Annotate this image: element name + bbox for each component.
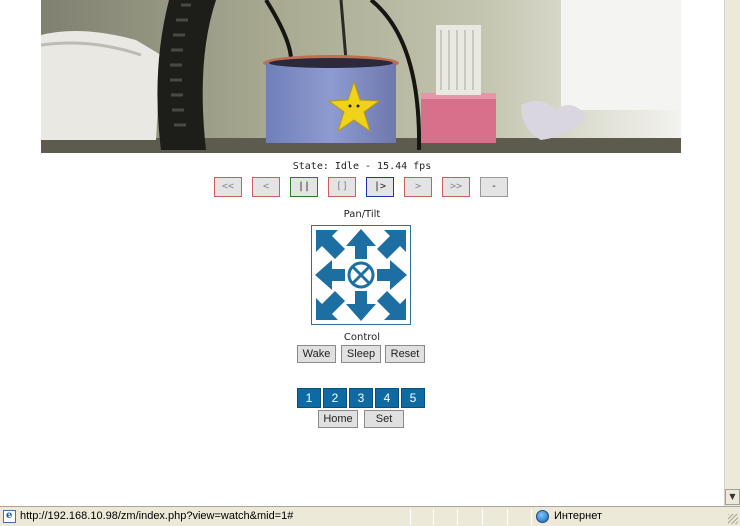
preset-2-button[interactable]: 2 (323, 388, 347, 408)
page-icon: e (3, 510, 16, 523)
wake-button[interactable]: Wake (297, 345, 336, 363)
pantilt-title: Pan/Tilt (343, 209, 381, 220)
set-button[interactable]: Set (364, 410, 404, 428)
home-button[interactable]: Home (318, 410, 358, 428)
scroll-down-icon[interactable]: ▼ (725, 489, 740, 505)
resize-grip-icon (728, 514, 738, 524)
fast-forward-button[interactable]: >> (442, 177, 470, 197)
reset-button[interactable]: Reset (385, 345, 425, 363)
status-divider (482, 509, 483, 525)
stop-button[interactable]: [] (328, 177, 356, 197)
status-divider (433, 509, 434, 525)
status-divider (507, 509, 508, 525)
right-arrow-icon[interactable] (377, 260, 407, 290)
pantilt-pad (311, 225, 411, 325)
stream-state-text: State: Idle - 15.44 fps (292, 161, 432, 172)
step-back-button[interactable]: < (252, 177, 280, 197)
fast-rewind-button[interactable]: << (214, 177, 242, 197)
up-right-arrow-icon[interactable] (377, 230, 406, 259)
status-url-text: http://192.168.10.98/zm/index.php?view=w… (20, 510, 294, 522)
play-button[interactable]: |> (366, 177, 394, 197)
control-title: Control (343, 332, 381, 343)
left-arrow-icon[interactable] (315, 260, 345, 290)
camera-feed-image (41, 0, 681, 153)
status-bar: e http://192.168.10.98/zm/index.php?view… (0, 506, 740, 526)
up-arrow-icon[interactable] (346, 229, 376, 259)
down-arrow-icon[interactable] (346, 291, 376, 321)
up-left-arrow-icon[interactable] (316, 230, 345, 259)
zoom-out-button[interactable]: - (480, 177, 508, 197)
down-left-arrow-icon[interactable] (316, 291, 345, 320)
sleep-button[interactable]: Sleep (341, 345, 381, 363)
security-zone-text: Интернет (554, 510, 602, 522)
step-forward-button[interactable]: > (404, 177, 432, 197)
preset-5-button[interactable]: 5 (401, 388, 425, 408)
preset-4-button[interactable]: 4 (375, 388, 399, 408)
camera-feed[interactable] (41, 0, 681, 153)
status-divider (531, 509, 532, 525)
preset-3-button[interactable]: 3 (349, 388, 373, 408)
internet-zone-icon (536, 510, 549, 523)
status-divider (410, 509, 411, 525)
preset-1-button[interactable]: 1 (297, 388, 321, 408)
down-right-arrow-icon[interactable] (377, 291, 406, 320)
vertical-scrollbar[interactable] (724, 0, 740, 506)
status-divider (457, 509, 458, 525)
pause-button[interactable]: || (290, 177, 318, 197)
center-icon[interactable] (347, 261, 375, 289)
page-content: State: Idle - 15.44 fps << < || [] |> > … (0, 0, 724, 506)
